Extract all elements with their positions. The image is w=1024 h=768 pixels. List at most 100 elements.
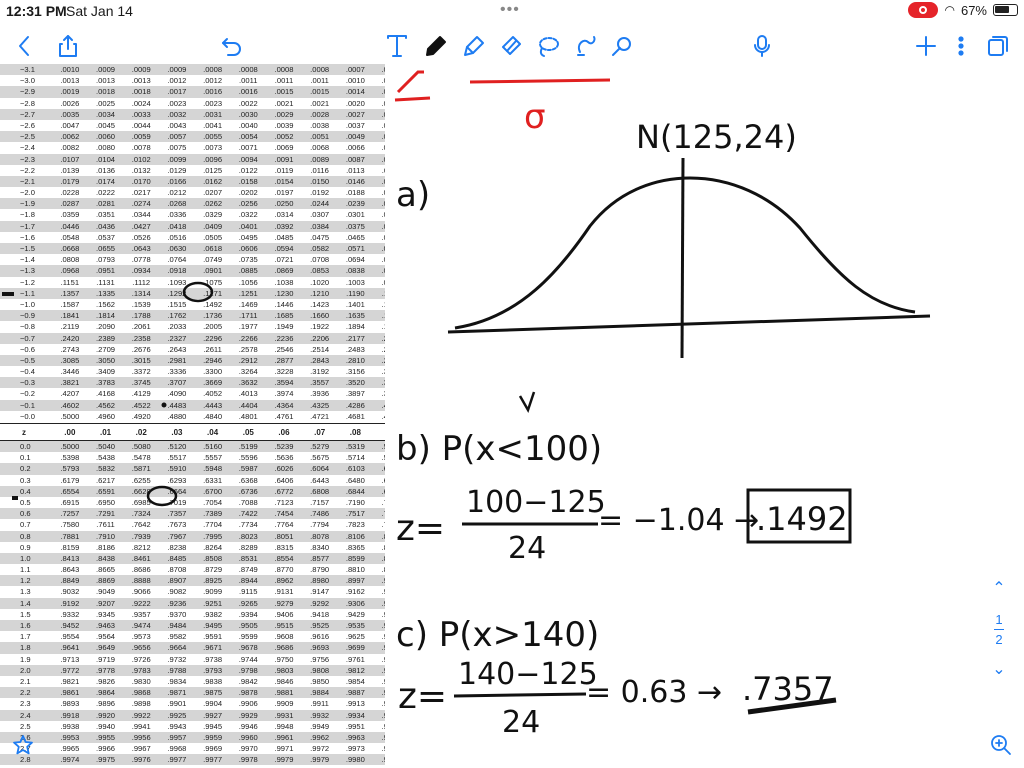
probability-cell: .0008 bbox=[310, 65, 330, 74]
probability-cell: .0020 bbox=[345, 98, 365, 108]
probability-cell: .0028 bbox=[310, 109, 330, 119]
text-tool-icon[interactable] bbox=[383, 26, 411, 66]
probability-cell: .9893 bbox=[60, 699, 80, 709]
multitasking-dots-icon[interactable]: ••• bbox=[500, 1, 520, 19]
probability-cell: .4325 bbox=[310, 400, 330, 410]
z-value-cell: 0.3 bbox=[20, 475, 31, 485]
z-table-row: −2.8 .0026 .0025 .0024 .0023 .0023 .0022 .0021.… bbox=[0, 98, 385, 109]
part-b-answer-box bbox=[746, 488, 852, 544]
probability-cell: .8830 bbox=[381, 565, 385, 575]
back-chevron-icon[interactable] bbox=[10, 26, 38, 66]
highlighter-icon[interactable] bbox=[460, 26, 488, 66]
probability-cell: .3632 bbox=[238, 378, 258, 388]
probability-cell: .8907 bbox=[167, 576, 187, 586]
probability-cell: .6950 bbox=[96, 497, 116, 507]
probability-cell: .0054 bbox=[238, 132, 258, 142]
zoom-icon[interactable] bbox=[990, 734, 1012, 756]
probability-cell: .0026 bbox=[60, 98, 80, 108]
probability-cell: .6879 bbox=[381, 486, 385, 496]
probability-cell: .1131 bbox=[96, 277, 115, 287]
z-value-cell: 1.7 bbox=[20, 632, 31, 642]
probability-cell: .9732 bbox=[167, 654, 187, 664]
page-up-icon[interactable]: ⌃ bbox=[984, 578, 1014, 598]
more-icon[interactable] bbox=[950, 26, 972, 66]
probability-cell: .6331 bbox=[203, 475, 223, 485]
share-icon[interactable] bbox=[54, 26, 82, 66]
probability-cell: .0808 bbox=[60, 255, 80, 265]
z-value-cell: −1.0 bbox=[20, 299, 35, 309]
probability-cell: .7257 bbox=[60, 509, 80, 519]
probability-cell: .7580 bbox=[60, 520, 80, 530]
status-time: 12:31 PM bbox=[6, 3, 67, 19]
probability-cell: .9177 bbox=[381, 587, 385, 597]
probability-cell: .0007 bbox=[345, 65, 365, 74]
pages-icon[interactable] bbox=[984, 26, 1012, 66]
probability-cell: .9962 bbox=[310, 732, 330, 742]
part-b-denominator: 24 bbox=[508, 531, 546, 566]
probability-cell: .0495 bbox=[238, 232, 258, 242]
probability-cell: .9927 bbox=[203, 710, 223, 720]
probability-cell: .9955 bbox=[96, 732, 116, 742]
z-value-cell: 0.0 bbox=[20, 442, 31, 451]
probability-cell: .0016 bbox=[203, 87, 223, 97]
z-table-positive: 0.0 .5000 .5040 .5080 .5120 .5160 .5199 .5239 .5… bbox=[0, 441, 385, 768]
page-down-icon[interactable]: ⌄ bbox=[984, 659, 1014, 679]
z-value-cell: 1.3 bbox=[20, 587, 31, 597]
probability-cell: .9945 bbox=[203, 721, 223, 731]
probability-cell: .0009 bbox=[167, 65, 187, 74]
probability-cell: .9608 bbox=[274, 632, 294, 642]
probability-cell: .1292 bbox=[167, 288, 187, 298]
add-icon[interactable] bbox=[912, 26, 940, 66]
pen-icon[interactable] bbox=[422, 26, 450, 66]
probability-cell: .9970 bbox=[238, 744, 258, 754]
probability-cell: .9495 bbox=[203, 621, 223, 630]
probability-cell: .3192 bbox=[310, 367, 330, 377]
probability-cell: .0418 bbox=[167, 221, 187, 231]
z-table-row: −0.0 .5000 .4960 .4920 .4880 .4840 .4801 .4761.… bbox=[0, 411, 385, 422]
link-icon[interactable] bbox=[608, 26, 636, 66]
probability-cell: .9115 bbox=[239, 587, 258, 597]
lasso-icon[interactable] bbox=[534, 26, 562, 66]
probability-cell: .7611 bbox=[96, 520, 115, 530]
probability-cell: .9956 bbox=[131, 732, 151, 742]
probability-cell: .0073 bbox=[203, 143, 223, 153]
probability-cell: .5080 bbox=[131, 442, 151, 451]
probability-cell: .9980 bbox=[345, 755, 365, 765]
probability-cell: .8078 bbox=[310, 531, 330, 541]
probability-cell: .0022 bbox=[238, 98, 258, 108]
part-a-label: a) bbox=[396, 175, 430, 215]
undo-icon[interactable] bbox=[218, 26, 246, 66]
z-table-row: 1.8 .9641 .9649 .9656 .9664 .9671 .9678 .9686 .9… bbox=[0, 642, 385, 654]
probability-cell: .0250 bbox=[274, 199, 294, 209]
favorite-star-icon[interactable] bbox=[12, 734, 34, 756]
probability-cell: .7881 bbox=[60, 531, 80, 541]
probability-cell: .2327 bbox=[167, 333, 187, 343]
mic-icon[interactable] bbox=[748, 26, 776, 66]
probability-cell: .0084 bbox=[381, 154, 385, 164]
probability-cell: .0322 bbox=[238, 210, 258, 220]
probability-cell: .6064 bbox=[310, 464, 330, 474]
z-value-cell: −1.8 bbox=[20, 210, 35, 220]
probability-cell: .9965 bbox=[60, 744, 80, 754]
probability-cell: .3372 bbox=[131, 367, 151, 377]
z-table-row: −2.0 .0228 .0222 .0217 .0212 .0207 .0202 .0197.… bbox=[0, 187, 385, 198]
shapes-icon[interactable] bbox=[572, 26, 600, 66]
probability-cell: .9357 bbox=[131, 609, 151, 619]
screen-record-icon[interactable] bbox=[908, 2, 939, 18]
probability-cell: .0885 bbox=[238, 266, 258, 276]
probability-cell: .9953 bbox=[60, 732, 80, 742]
z-value-cell: −2.7 bbox=[20, 109, 35, 119]
z-table-row: 2.2 .9861 .9864 .9868 .9871 .9875 .9878 .9881 .9… bbox=[0, 687, 385, 699]
probability-cell: .0384 bbox=[310, 221, 330, 231]
probability-cell: .1210 bbox=[310, 288, 330, 298]
probability-cell: .0047 bbox=[60, 120, 80, 130]
probability-cell: .2776 bbox=[381, 355, 385, 365]
probability-cell: .1190 bbox=[346, 288, 365, 298]
probability-cell: .9884 bbox=[310, 688, 330, 698]
probability-cell: .7910 bbox=[96, 531, 116, 541]
eraser-icon[interactable] bbox=[497, 26, 525, 66]
z-table-row: −1.3 .0968 .0951 .0934 .0918 .0901 .0885 .0869.… bbox=[0, 265, 385, 277]
probability-cell: .8264 bbox=[203, 542, 223, 552]
probability-cell: .8770 bbox=[274, 565, 294, 575]
probability-cell: .2005 bbox=[203, 322, 223, 332]
